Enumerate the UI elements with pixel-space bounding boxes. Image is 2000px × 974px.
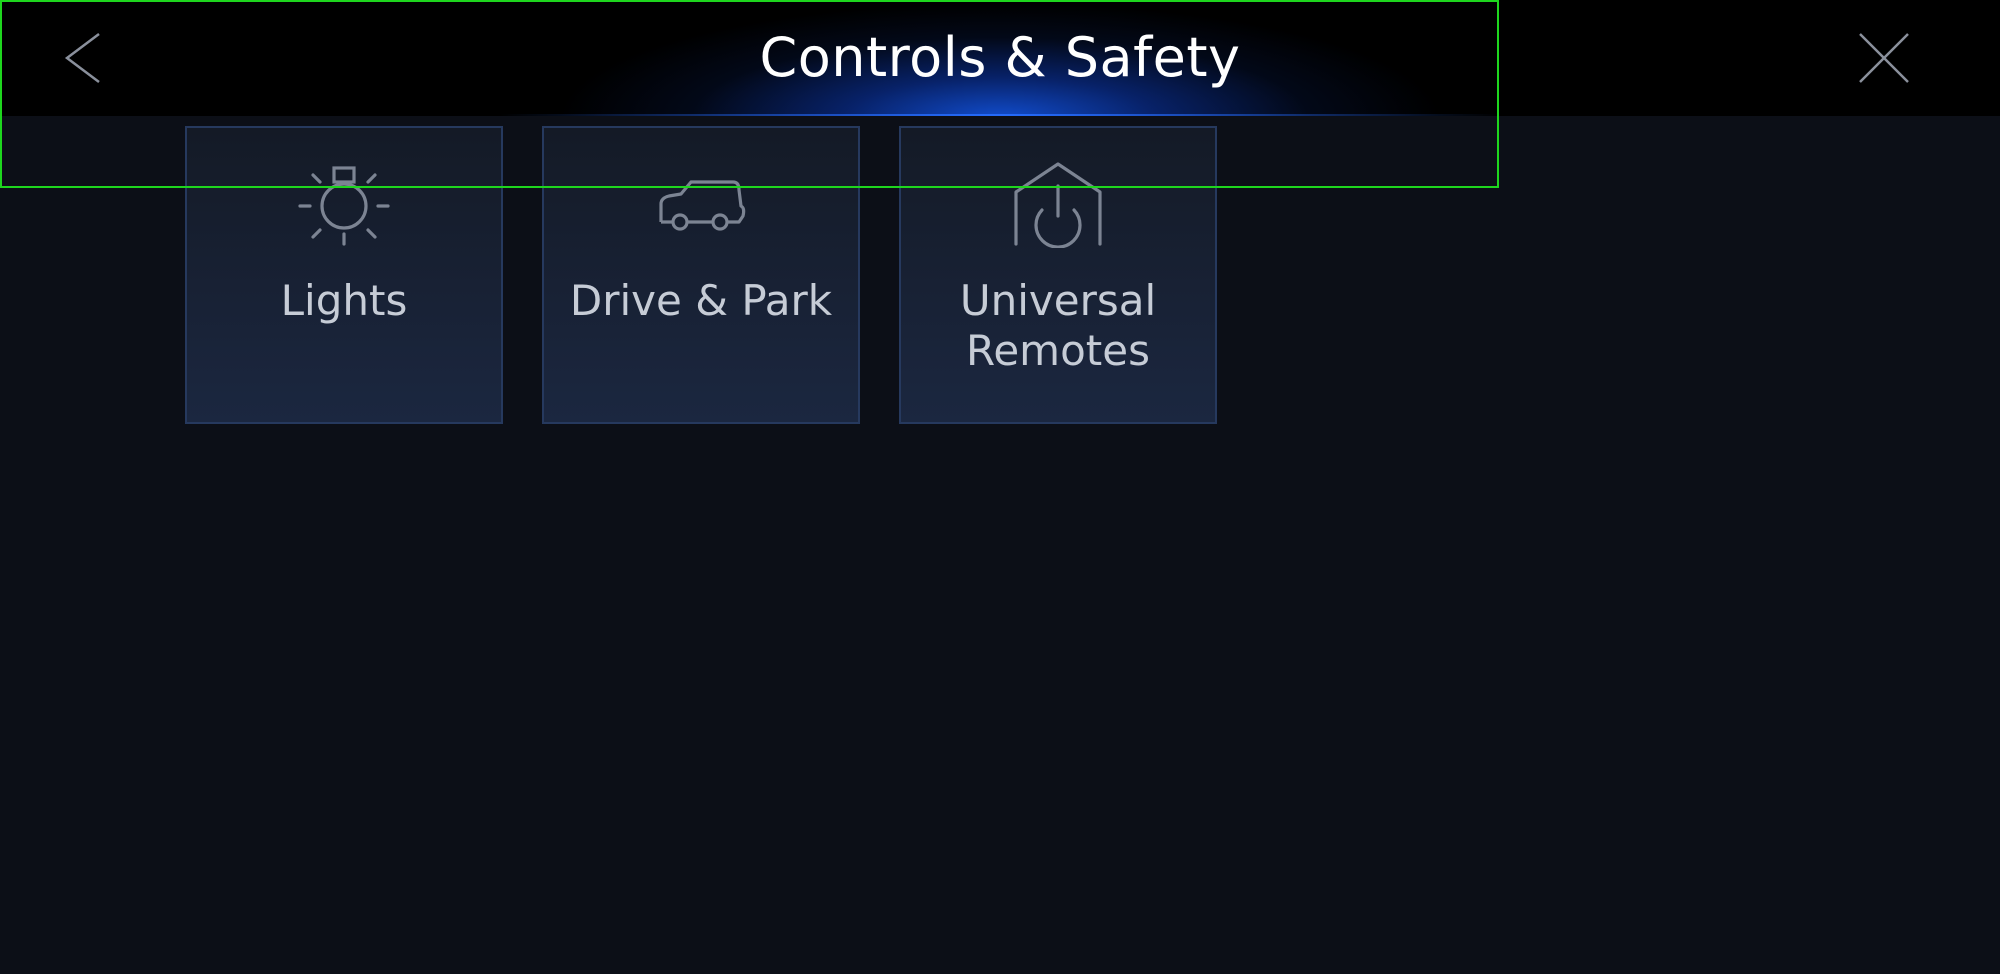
page-title: Controls & Safety: [759, 26, 1241, 89]
car-icon: [659, 180, 746, 231]
back-button[interactable]: [55, 30, 111, 86]
close-icon: [1859, 33, 1909, 83]
controls-safety-screen: Controls & Safety Lights Drive & Park Un…: [0, 0, 2000, 974]
exterior-light-icon: [298, 166, 390, 246]
lights-tile[interactable]: Lights: [185, 126, 503, 424]
drive-park-label: Drive & Park: [569, 276, 833, 325]
header-glow-line: [0, 114, 2000, 116]
header-bar: Controls & Safety: [0, 0, 2000, 116]
chevron-left-icon: [64, 33, 100, 83]
drive-park-tile[interactable]: Drive & Park: [542, 126, 860, 424]
close-button[interactable]: [1856, 30, 1912, 86]
universal-remotes-label: Universal Remotes: [959, 276, 1157, 375]
lights-label: Lights: [280, 276, 408, 325]
universal-remotes-tile[interactable]: Universal Remotes: [899, 126, 1217, 424]
garage-power-icon: [1014, 162, 1102, 248]
